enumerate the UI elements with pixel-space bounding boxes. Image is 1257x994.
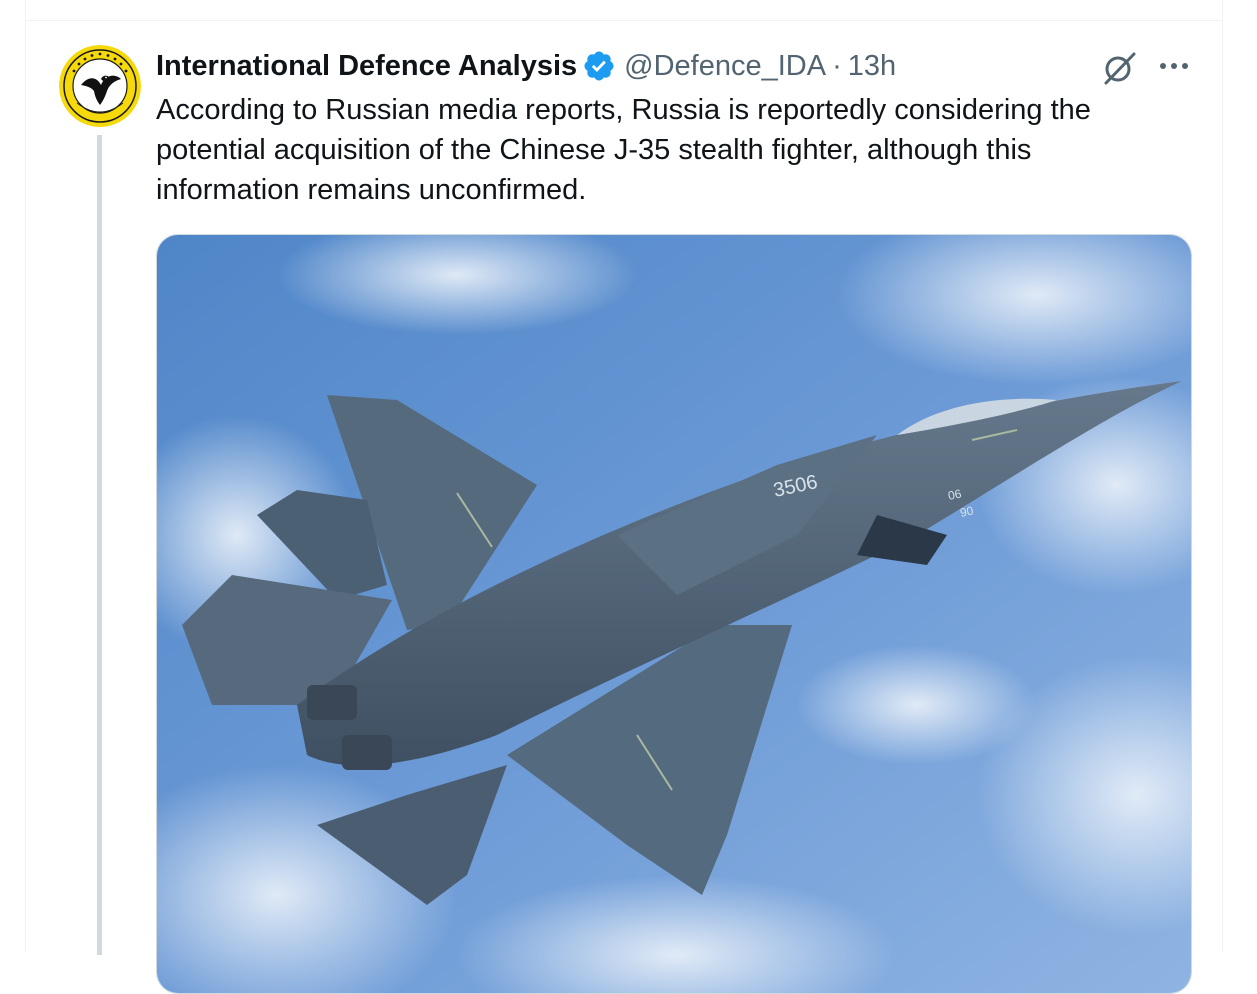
- grok-icon[interactable]: [1101, 48, 1139, 86]
- divider: [26, 20, 1222, 21]
- thread-line: [97, 135, 102, 955]
- timeline: International Defence Analysis @Defence_…: [25, 0, 1223, 994]
- separator: ·: [832, 49, 842, 82]
- display-name[interactable]: International Defence Analysis: [156, 50, 577, 83]
- tweet-text: According to Russian media reports, Russ…: [156, 94, 1091, 206]
- tweet-media-image[interactable]: 3506 06 90: [156, 234, 1192, 994]
- timestamp[interactable]: 13h: [848, 50, 896, 83]
- avatar[interactable]: [59, 45, 141, 127]
- fighter-jet-photo: 3506 06 90: [157, 235, 1191, 993]
- verified-badge-icon: [582, 49, 616, 83]
- tweet-header: International Defence Analysis @Defence_…: [156, 44, 896, 88]
- more-options-icon[interactable]: [1156, 52, 1192, 80]
- handle[interactable]: @Defence_IDA: [624, 50, 826, 83]
- eagle-logo-icon: [59, 45, 141, 127]
